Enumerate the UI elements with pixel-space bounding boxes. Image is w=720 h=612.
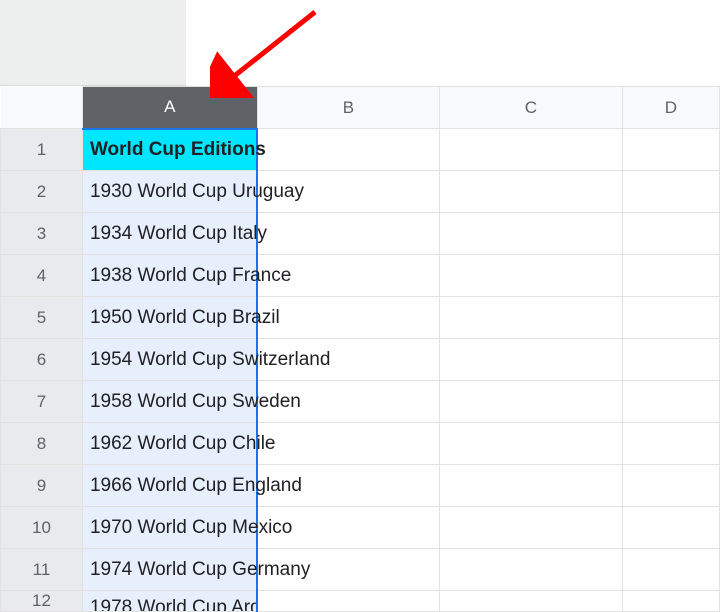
cell-b3[interactable] — [257, 213, 440, 255]
cell-a1[interactable]: World Cup Editions — [82, 129, 257, 171]
cell-a6[interactable]: 1954 World Cup Switzerland — [82, 339, 257, 381]
cell-d8[interactable] — [622, 423, 719, 465]
cell-d9[interactable] — [622, 465, 719, 507]
cell-c1[interactable] — [440, 129, 622, 171]
cell-a9[interactable]: 1966 World Cup England — [82, 465, 257, 507]
column-header-b[interactable]: B — [257, 87, 440, 129]
row-header[interactable]: 5 — [1, 297, 83, 339]
cell-text: 1970 World Cup Mexico — [90, 517, 292, 539]
cell-text: 1930 World Cup Uruguay — [90, 181, 304, 203]
cell-d6[interactable] — [622, 339, 719, 381]
table-row: 4 1938 World Cup France — [1, 255, 720, 297]
row-header[interactable]: 6 — [1, 339, 83, 381]
cell-a10[interactable]: 1970 World Cup Mexico — [82, 507, 257, 549]
cell-c8[interactable] — [440, 423, 622, 465]
cell-d2[interactable] — [622, 171, 719, 213]
table-row: 8 1962 World Cup Chile — [1, 423, 720, 465]
annotation-arrow-icon — [210, 6, 330, 98]
table-row: 3 1934 World Cup Italy — [1, 213, 720, 255]
spreadsheet-grid[interactable]: A B C D 1 World Cup Editions 2 1930 Worl… — [0, 86, 720, 612]
cell-c3[interactable] — [440, 213, 622, 255]
table-row: 9 1966 World Cup England — [1, 465, 720, 507]
table-row: 12 1978 World Cup Argentina — [1, 591, 720, 612]
row-header[interactable]: 8 — [1, 423, 83, 465]
cell-c10[interactable] — [440, 507, 622, 549]
cell-c6[interactable] — [440, 339, 622, 381]
toolbar-placeholder — [0, 0, 186, 86]
cell-text: 1958 World Cup Sweden — [90, 391, 301, 413]
cell-text: 1934 World Cup Italy — [90, 223, 267, 245]
cell-a5[interactable]: 1950 World Cup Brazil — [82, 297, 257, 339]
row-header[interactable]: 3 — [1, 213, 83, 255]
cell-b1[interactable] — [257, 129, 440, 171]
cell-d7[interactable] — [622, 381, 719, 423]
table-row: 6 1954 World Cup Switzerland — [1, 339, 720, 381]
cell-a2[interactable]: 1930 World Cup Uruguay — [82, 171, 257, 213]
cell-b8[interactable] — [257, 423, 440, 465]
cell-b5[interactable] — [257, 297, 440, 339]
cell-d10[interactable] — [622, 507, 719, 549]
cell-d12[interactable] — [622, 591, 719, 612]
cell-a3[interactable]: 1934 World Cup Italy — [82, 213, 257, 255]
cell-c9[interactable] — [440, 465, 622, 507]
row-header[interactable]: 7 — [1, 381, 83, 423]
cell-a7[interactable]: 1958 World Cup Sweden — [82, 381, 257, 423]
table-row: 10 1970 World Cup Mexico — [1, 507, 720, 549]
cell-text: 1966 World Cup England — [90, 475, 302, 497]
cell-b12[interactable] — [257, 591, 440, 612]
cell-d11[interactable] — [622, 549, 719, 591]
cell-text: 1962 World Cup Chile — [90, 433, 276, 455]
cell-a11[interactable]: 1974 World Cup Germany — [82, 549, 257, 591]
cell-a8[interactable]: 1962 World Cup Chile — [82, 423, 257, 465]
select-all-corner[interactable] — [1, 87, 83, 129]
cell-c12[interactable] — [440, 591, 622, 612]
table-row: 11 1974 World Cup Germany — [1, 549, 720, 591]
cell-a4[interactable]: 1938 World Cup France — [82, 255, 257, 297]
cell-text: 1974 World Cup Germany — [90, 559, 310, 581]
row-header[interactable]: 9 — [1, 465, 83, 507]
column-header-c[interactable]: C — [440, 87, 622, 129]
table-row: 5 1950 World Cup Brazil — [1, 297, 720, 339]
cell-d5[interactable] — [622, 297, 719, 339]
column-header-a[interactable]: A — [82, 87, 257, 129]
row-header[interactable]: 2 — [1, 171, 83, 213]
row-header[interactable]: 4 — [1, 255, 83, 297]
row-header[interactable]: 12 — [1, 591, 83, 612]
cell-d3[interactable] — [622, 213, 719, 255]
cell-c2[interactable] — [440, 171, 622, 213]
row-header[interactable]: 1 — [1, 129, 83, 171]
cell-text: 1950 World Cup Brazil — [90, 307, 280, 329]
table-row: 2 1930 World Cup Uruguay — [1, 171, 720, 213]
row-header[interactable]: 11 — [1, 549, 83, 591]
cell-c4[interactable] — [440, 255, 622, 297]
table-row: 1 World Cup Editions — [1, 129, 720, 171]
column-header-row: A B C D — [1, 87, 720, 129]
table-row: 7 1958 World Cup Sweden — [1, 381, 720, 423]
cell-a12[interactable]: 1978 World Cup Argentina — [82, 591, 257, 612]
cell-text: World Cup Editions — [90, 139, 266, 161]
cell-text: 1954 World Cup Switzerland — [90, 349, 330, 371]
cell-c11[interactable] — [440, 549, 622, 591]
cell-text: 1978 World Cup Argentina — [90, 597, 257, 612]
cell-d1[interactable] — [622, 129, 719, 171]
cell-text: 1938 World Cup France — [90, 265, 291, 287]
cell-c7[interactable] — [440, 381, 622, 423]
column-header-d[interactable]: D — [622, 87, 719, 129]
row-header[interactable]: 10 — [1, 507, 83, 549]
cell-d4[interactable] — [622, 255, 719, 297]
cell-c5[interactable] — [440, 297, 622, 339]
